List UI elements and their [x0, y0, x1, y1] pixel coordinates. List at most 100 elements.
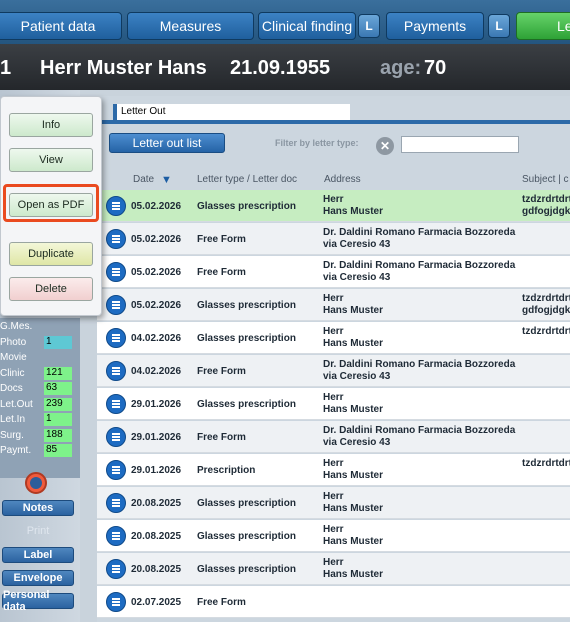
filter-input[interactable]	[401, 136, 519, 153]
stat-row[interactable]: Movie	[0, 351, 80, 365]
row-letter-type: Free Form	[197, 267, 246, 278]
stat-label: Let.In	[0, 414, 26, 425]
payments-l-badge[interactable]: L	[488, 14, 510, 38]
row-subject: tzdzrdrtdrt	[522, 458, 570, 469]
row-menu-icon[interactable]	[106, 328, 126, 348]
patient-header: 1 Herr Muster Hans 21.09.1955 age: 70	[0, 44, 570, 90]
row-menu-icon[interactable]	[106, 394, 126, 414]
row-address: Dr. Daldini Romano Farmacia Bozzoreda vi…	[323, 425, 516, 448]
tab-payments[interactable]: Payments	[386, 12, 484, 40]
row-date: 02.07.2025	[131, 597, 182, 608]
row-address: Herr Hans Muster	[323, 557, 384, 580]
personal-data-button[interactable]: Personal data	[2, 589, 74, 613]
row-letter-type: Prescription	[197, 465, 256, 476]
row-letter-type: Free Form	[197, 366, 246, 377]
duplicate-button[interactable]: Duplicate	[9, 242, 93, 266]
clear-filter-icon[interactable]: ✕	[376, 137, 394, 155]
table-row[interactable]: 04.02.2026 Free Form Dr. Daldini Romano Fa…	[97, 355, 570, 387]
row-menu-icon[interactable]	[106, 427, 126, 447]
record-button[interactable]	[25, 472, 47, 494]
stat-row[interactable]: Paymt. 85	[0, 444, 80, 458]
table-row[interactable]: 05.02.2026 Free Form Dr. Daldini Romano Fa…	[97, 223, 570, 255]
row-letter-type: Glasses prescription	[197, 399, 296, 410]
column-type[interactable]: Letter type / Letter doc	[197, 174, 297, 185]
row-menu-icon[interactable]	[106, 592, 126, 612]
column-address[interactable]: Address	[324, 174, 361, 185]
stat-label: G.Mes.	[0, 321, 33, 332]
row-menu-icon[interactable]	[106, 262, 126, 282]
row-letter-type: Glasses prescription	[197, 333, 296, 344]
table-row[interactable]: 20.08.2025 Glasses prescription Herr Hans …	[97, 487, 570, 519]
patient-name: Herr Muster Hans	[40, 57, 207, 79]
notes-button[interactable]: Notes	[2, 500, 74, 516]
info-button[interactable]: Info	[9, 113, 93, 137]
view-button[interactable]: View	[9, 148, 93, 172]
letter-out-list-button[interactable]: Letter out list	[109, 133, 225, 153]
row-address: Herr Hans Muster	[323, 392, 384, 415]
stat-row[interactable]: Let.In 1	[0, 413, 80, 427]
table-row[interactable]: 02.07.2025 Free Form	[97, 586, 570, 618]
row-address: Dr. Daldini Romano Farmacia Bozzoreda vi…	[323, 260, 516, 283]
stat-row[interactable]: Docs 63	[0, 382, 80, 396]
stat-row[interactable]: Clinic 121	[0, 366, 80, 381]
stat-row[interactable]: Photo 1	[0, 335, 80, 350]
stat-value: 188	[44, 428, 72, 442]
print-label[interactable]: Print	[2, 525, 74, 537]
row-letter-type: Glasses prescription	[197, 498, 296, 509]
row-letter-type: Glasses prescription	[197, 300, 296, 311]
tab-letters[interactable]: Le	[516, 12, 570, 40]
table-row[interactable]: 04.02.2026 Glasses prescription Herr Hans …	[97, 322, 570, 354]
row-menu-icon[interactable]	[106, 460, 126, 480]
tab-clinical-finding[interactable]: Clinical finding	[258, 12, 356, 40]
sort-down-icon[interactable]: ▼	[161, 174, 172, 186]
table-row[interactable]: 29.01.2026 Free Form Dr. Daldini Romano Fa…	[97, 421, 570, 453]
stat-label: Photo	[0, 336, 27, 348]
tab-patient-data[interactable]: Patient data	[0, 12, 122, 40]
stat-row[interactable]: G.Mes.	[0, 320, 80, 334]
row-date: 20.08.2025	[131, 531, 182, 542]
stat-label: Paymt.	[0, 445, 32, 456]
row-menu-icon[interactable]	[106, 361, 126, 381]
tab-measures[interactable]: Measures	[127, 12, 254, 40]
table-row[interactable]: 05.02.2026 Glasses prescription Herr Hans …	[97, 289, 570, 321]
row-menu-icon[interactable]	[106, 196, 126, 216]
row-address: Herr Hans Muster	[323, 458, 384, 481]
column-subject[interactable]: Subject | c	[522, 174, 569, 185]
stat-value: 239	[44, 397, 72, 411]
row-menu-icon[interactable]	[106, 229, 126, 249]
stat-label: Let.Out	[0, 398, 33, 410]
row-address: Herr Hans Muster	[323, 491, 384, 514]
table-row[interactable]: 05.02.2026 Free Form Dr. Daldini Romano Fa…	[97, 256, 570, 288]
row-menu-icon[interactable]	[106, 526, 126, 546]
delete-button[interactable]: Delete	[9, 277, 93, 301]
row-subject: tzdzrdrtdrt gdfogjdgkö	[522, 293, 570, 316]
table-row[interactable]: 29.01.2026 Prescription Herr Hans Muster tz…	[97, 454, 570, 486]
row-menu-icon[interactable]	[106, 559, 126, 579]
row-menu-icon[interactable]	[106, 295, 126, 315]
row-date: 29.01.2026	[131, 399, 182, 410]
row-date: 29.01.2026	[131, 432, 182, 443]
table-row[interactable]: 20.08.2025 Glasses prescription Herr Hans …	[97, 520, 570, 552]
row-date: 20.08.2025	[131, 498, 182, 509]
patient-birthdate: 21.09.1955	[230, 57, 331, 79]
stat-row[interactable]: Surg. 188	[0, 428, 80, 443]
stat-value: 121	[44, 366, 72, 380]
stat-label: Movie	[0, 352, 27, 363]
envelope-button[interactable]: Envelope	[2, 570, 74, 586]
context-menu: Info View Open as PDF Duplicate Delete	[0, 96, 102, 316]
table-row[interactable]: 05.02.2026 Glasses prescription Herr Hans …	[97, 190, 570, 222]
panel-title: Letter Out	[113, 104, 350, 120]
open-as-pdf-button[interactable]: Open as PDF	[9, 193, 93, 217]
clinical-finding-l-badge[interactable]: L	[358, 14, 380, 38]
title-underline	[97, 120, 570, 124]
row-menu-icon[interactable]	[106, 493, 126, 513]
table-row[interactable]: 29.01.2026 Glasses prescription Herr Hans …	[97, 388, 570, 420]
letter-out-panel: Letter Out Letter out list Filter by let…	[97, 96, 570, 622]
column-date[interactable]: Date	[133, 174, 154, 185]
label-button[interactable]: Label	[2, 547, 74, 563]
stat-value: 1	[44, 413, 72, 426]
table-row[interactable]: 20.08.2025 Glasses prescription Herr Hans …	[97, 553, 570, 585]
row-letter-type: Free Form	[197, 234, 246, 245]
stat-row[interactable]: Let.Out 239	[0, 397, 80, 412]
row-address: Herr Hans Muster	[323, 293, 384, 316]
